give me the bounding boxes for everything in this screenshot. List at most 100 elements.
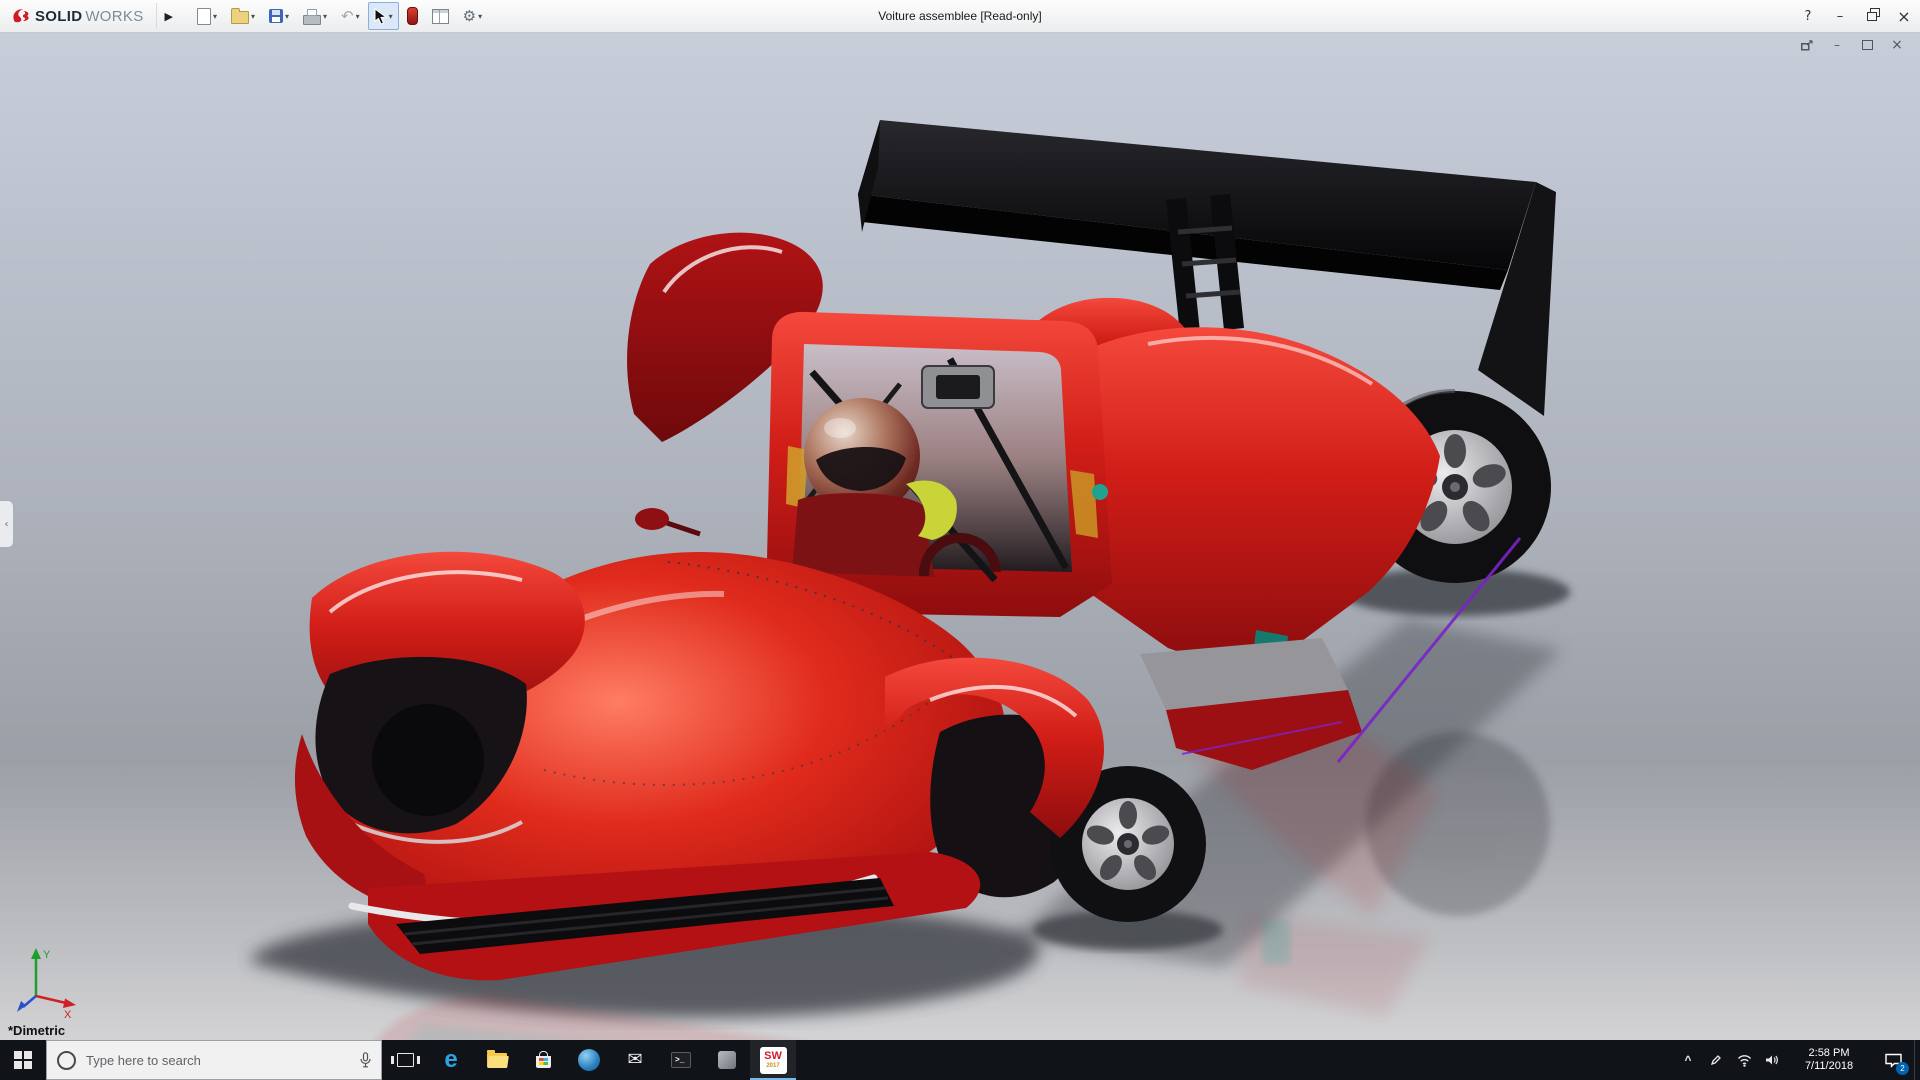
- rebuild-button[interactable]: [401, 2, 424, 30]
- app-cube-icon: [718, 1051, 736, 1069]
- undo-button[interactable]: ↶ ▾: [335, 2, 366, 30]
- pen-icon: [1710, 1055, 1721, 1066]
- document-window-controls: – ×: [1798, 37, 1906, 53]
- design-table-icon: [431, 8, 449, 24]
- file-explorer-button[interactable]: [474, 1040, 520, 1080]
- view-orientation-label: *Dimetric: [8, 1023, 66, 1038]
- x-axis-label: X: [64, 1009, 72, 1018]
- chevron-down-icon[interactable]: ▾: [251, 12, 255, 21]
- window-title: Voiture assemblee [Read-only]: [878, 9, 1042, 23]
- undo-icon: ↶: [341, 6, 354, 25]
- options-button[interactable]: ⚙ ▾: [457, 2, 488, 30]
- camera-lens: [936, 375, 980, 399]
- new-document-icon: [196, 7, 211, 25]
- doc-popout-button[interactable]: [1798, 37, 1816, 53]
- teal-detail: [1092, 484, 1108, 500]
- doc-close-button[interactable]: ×: [1888, 37, 1906, 53]
- window-controls: ? – ×: [1792, 0, 1920, 32]
- select-tool-button[interactable]: ▾: [367, 2, 399, 30]
- panel-collapse-tab[interactable]: ‹: [0, 500, 14, 548]
- chevron-up-icon: ^: [1684, 1053, 1692, 1067]
- orientation-triad: Y X: [17, 948, 76, 1018]
- restore-button[interactable]: [1856, 0, 1888, 32]
- edge-button[interactable]: e: [428, 1040, 474, 1080]
- clock-time: 2:58 PM: [1808, 1047, 1850, 1059]
- new-document-button[interactable]: ▾: [191, 2, 223, 30]
- store-button[interactable]: [520, 1040, 566, 1080]
- task-view-button[interactable]: [382, 1040, 428, 1080]
- menu-expand-button[interactable]: ▶: [155, 3, 181, 29]
- windows-logo-icon: [14, 1051, 32, 1069]
- show-desktop-button[interactable]: [1914, 1040, 1920, 1080]
- y-axis-arrow: [31, 948, 41, 959]
- store-bag-icon: [535, 1051, 551, 1068]
- design-table-button[interactable]: [426, 2, 455, 30]
- doc-minimize-button[interactable]: –: [1828, 37, 1846, 53]
- chevron-down-icon[interactable]: ▾: [389, 12, 393, 21]
- save-floppy-icon: [269, 9, 284, 23]
- task-view-icon: [390, 1053, 420, 1067]
- file-explorer-icon: [487, 1050, 507, 1067]
- driver-shoulders: [792, 493, 934, 577]
- terminal-icon: >_: [671, 1052, 691, 1068]
- front-left-tire[interactable]: [372, 704, 484, 816]
- taskbar-search[interactable]: [46, 1040, 382, 1080]
- title-bar: SOLID WORKS ▶ ▾ ▾ ▾ ▾ ↶ ▾ ▾ ⚙ ▾ Voiture …: [0, 0, 1920, 33]
- solidworks-logo: SOLID WORKS: [0, 7, 152, 25]
- volume-tray-button[interactable]: [1758, 1040, 1786, 1080]
- terminal-button[interactable]: >_: [658, 1040, 704, 1080]
- pen-tray-button[interactable]: [1702, 1040, 1730, 1080]
- mail-button[interactable]: ✉: [612, 1040, 658, 1080]
- print-icon: [303, 8, 322, 25]
- system-tray: ^ 2:58 PM 7/11/2018 2: [1674, 1040, 1920, 1080]
- notification-badge: 2: [1896, 1062, 1909, 1075]
- dassault-3ds-logo-icon: [13, 9, 29, 23]
- brand-works: WORKS: [85, 7, 144, 25]
- search-input[interactable]: [84, 1051, 352, 1069]
- cortana-icon: [57, 1050, 76, 1070]
- rebuild-icon: [406, 7, 418, 25]
- network-tray-button[interactable]: [1730, 1040, 1758, 1080]
- open-folder-icon: [231, 8, 249, 24]
- chevron-down-icon[interactable]: ▾: [323, 12, 327, 21]
- taskbar-clock[interactable]: 2:58 PM 7/11/2018: [1786, 1047, 1872, 1073]
- speaker-icon: [1766, 1055, 1778, 1065]
- wifi-icon: [1737, 1054, 1751, 1067]
- gear-icon: ⚙: [462, 6, 477, 25]
- chevron-down-icon[interactable]: ▾: [213, 12, 217, 21]
- chevron-down-icon[interactable]: ▾: [285, 12, 289, 21]
- solidworks-window: SOLID WORKS ▶ ▾ ▾ ▾ ▾ ↶ ▾ ▾ ⚙ ▾ Voiture …: [0, 0, 1920, 1080]
- chevron-down-icon[interactable]: ▾: [478, 12, 482, 21]
- quick-access-toolbar: ▾ ▾ ▾ ▾ ↶ ▾ ▾ ⚙ ▾: [191, 2, 488, 30]
- restore-icon: [1867, 7, 1880, 21]
- 3d-viewport-scene[interactable]: [0, 32, 1920, 1040]
- cursor-arrow-icon: [374, 7, 387, 25]
- minimize-button[interactable]: –: [1824, 0, 1856, 32]
- chevron-down-icon[interactable]: ▾: [356, 12, 360, 21]
- edge-icon: e: [444, 1046, 458, 1073]
- windows-taskbar: e ✉ >_ SW 2017 ^: [0, 1040, 1920, 1080]
- help-button[interactable]: ?: [1792, 0, 1824, 32]
- close-button[interactable]: ×: [1888, 0, 1920, 32]
- clock-date: 7/11/2018: [1804, 1060, 1854, 1072]
- doc-maximize-button[interactable]: [1858, 37, 1876, 53]
- globe-icon: [578, 1049, 600, 1071]
- app-cube-button[interactable]: [704, 1040, 750, 1080]
- mail-icon: ✉: [627, 1049, 643, 1070]
- maximize-icon: [1861, 40, 1873, 50]
- popout-icon: [1801, 39, 1813, 50]
- action-center-button[interactable]: 2: [1872, 1040, 1914, 1080]
- helmet-shine: [824, 418, 856, 438]
- hidden-icons-button[interactable]: ^: [1674, 1040, 1702, 1080]
- print-button[interactable]: ▾: [297, 2, 333, 30]
- open-button[interactable]: ▾: [225, 2, 261, 30]
- solidworks-2017-icon: SW 2017: [759, 1046, 787, 1074]
- graphics-area[interactable]: – × ‹ Y X *Dimetric: [0, 32, 1920, 1040]
- start-button[interactable]: [0, 1040, 46, 1080]
- brand-solid: SOLID: [35, 7, 83, 25]
- y-axis-label: Y: [43, 949, 51, 961]
- save-button[interactable]: ▾: [263, 2, 295, 30]
- solidworks-taskbar-button[interactable]: SW 2017: [750, 1040, 796, 1080]
- browser-globe-button[interactable]: [566, 1040, 612, 1080]
- microphone-icon[interactable]: [360, 1052, 371, 1068]
